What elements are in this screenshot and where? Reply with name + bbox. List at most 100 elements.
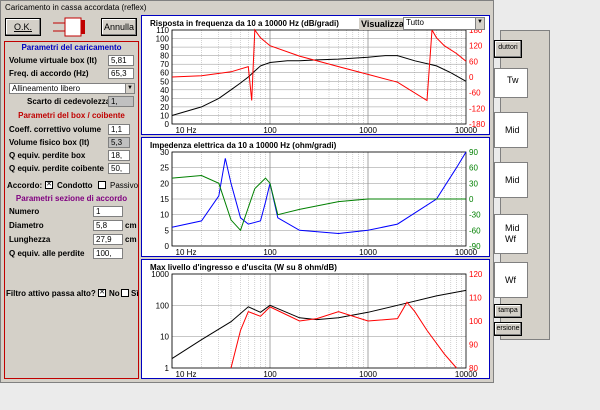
series-line-1 — [171, 174, 466, 232]
series-line-1 — [230, 301, 457, 369]
annulla-button[interactable]: Annulla — [101, 18, 137, 36]
vol-label: Volume virtuale box (lt) — [9, 56, 97, 65]
passivo-checkbox[interactable] — [98, 181, 106, 189]
chart-title: Risposta in frequenza da 10 a 10000 Hz (… — [150, 19, 339, 28]
condotto-label: Condotto — [57, 181, 93, 190]
qcoib-label: Q equiv. perdite coibente — [9, 164, 104, 173]
diametro-unit: cm — [125, 221, 137, 230]
y-tick-label: 0 — [165, 120, 170, 129]
visualizza-label: Visualizza — [359, 18, 406, 30]
y2-tick-label: -120 — [469, 104, 486, 113]
y2-tick-label: -60 — [469, 226, 481, 235]
filtro-si-label: Sì — [131, 289, 139, 298]
background-window: duttori Tw Mid Mid Mid Wf Wf tampa ersion… — [494, 0, 600, 410]
x-tick-label: 1000 — [359, 370, 377, 379]
y-tick-label: 1 — [165, 364, 170, 373]
y2-tick-label: 30 — [469, 179, 478, 188]
tab-duttori[interactable]: duttori — [494, 40, 522, 58]
x-tick-label: 1000 — [359, 248, 377, 257]
window-title: Caricamento in cassa accordata (reflex) — [1, 1, 493, 15]
lunghezza-input[interactable]: 27,9 — [93, 234, 123, 245]
x-tick-label: 10 Hz — [176, 248, 197, 257]
series-line-0 — [171, 151, 467, 235]
passivo-label: Passivo — [110, 181, 139, 190]
x-tick-label: 100 — [263, 248, 277, 257]
chart-max-level: Max livello d'ingresso e d'uscita (W su … — [141, 259, 490, 379]
filtro-no-checkbox[interactable]: ✕ — [98, 289, 106, 297]
lunghezza-label: Lunghezza — [9, 235, 51, 244]
chart-title: Impedenza elettrica da 10 a 10000 Hz (oh… — [150, 141, 337, 150]
x-tick-label: 10 Hz — [176, 370, 197, 379]
x-tick-label: 10000 — [455, 248, 478, 257]
y2-tick-label: 0 — [469, 195, 474, 204]
coeff-input[interactable]: 1,1 — [108, 124, 130, 135]
chevron-down-icon: ▼ — [125, 84, 134, 93]
y2-tick-label: 110 — [469, 294, 482, 303]
y-tick-label: 25 — [160, 164, 169, 173]
y2-tick-label: -60 — [469, 89, 481, 98]
main-window: Caricamento in cassa accordata (reflex) … — [0, 0, 494, 383]
y2-tick-label: 60 — [469, 164, 478, 173]
y2-tick-label: 120 — [469, 270, 483, 279]
chart-title: Max livello d'ingresso e d'uscita (W su … — [150, 263, 337, 272]
y-tick-label: 20 — [160, 179, 169, 188]
diametro-input[interactable]: 5,8 — [93, 220, 123, 231]
qcoib-input[interactable]: 50, — [108, 163, 130, 174]
sezione-title: Parametri sezione di accordo — [15, 194, 128, 203]
y2-tick-label: 90 — [469, 341, 478, 350]
y-tick-label: 100 — [156, 301, 170, 310]
series-line-0 — [171, 289, 467, 360]
driver-tw[interactable]: Tw — [494, 68, 528, 98]
box-title: Parametri del box / coibente — [18, 111, 125, 120]
plot-area — [171, 29, 467, 125]
qbox-input[interactable]: 18, — [108, 150, 130, 161]
driver-mid-2[interactable]: Mid — [494, 162, 528, 198]
chevron-down-icon: ▼ — [475, 18, 484, 29]
x-tick-label: 10000 — [455, 126, 478, 135]
y2-tick-label: 0 — [469, 73, 474, 82]
series-line-0 — [171, 55, 467, 116]
driver-mid-wf[interactable]: Mid Wf — [494, 214, 528, 254]
x-tick-label: 10000 — [455, 370, 478, 379]
x-tick-label: 100 — [263, 126, 277, 135]
y-tick-label: 0 — [165, 242, 170, 251]
y-tick-label: 5 — [165, 226, 170, 235]
y2-tick-label: 60 — [469, 57, 478, 66]
x-tick-label: 1000 — [359, 126, 377, 135]
chart-maxlevel-svg: 1000100101120110100908010 Hz 100 1000 10000 — [151, 270, 483, 379]
driver-wf[interactable]: Wf — [494, 262, 528, 298]
diametro-label: Diametro — [9, 221, 44, 230]
plot-area — [171, 273, 467, 369]
numero-label: Numero — [9, 207, 40, 216]
filtro-si-checkbox[interactable] — [121, 289, 129, 297]
accordo-label: Accordo: — [7, 181, 43, 190]
left-panel: Parametri del caricamento Volume virtual… — [4, 41, 139, 379]
numero-input[interactable]: 1 — [93, 206, 123, 217]
versione-button[interactable]: ersione — [494, 322, 522, 336]
qbox-label: Q equiv. perdite box — [9, 151, 86, 160]
y2-tick-label: 120 — [469, 42, 483, 51]
ok-button[interactable]: O.K. — [5, 18, 41, 36]
qperd-label: Q equiv. alle perdite — [9, 249, 85, 258]
chart-impedance: Impedenza elettrica da 10 a 10000 Hz (oh… — [141, 137, 490, 257]
freq-input[interactable]: 65,3 — [108, 68, 134, 79]
x-tick-label: 100 — [263, 370, 277, 379]
chart-impedance-svg: 3025201510509060300-30-60-9010 Hz 100 1000… — [160, 148, 481, 257]
connector-icon — [53, 17, 93, 37]
filtro-no-label: No — [109, 289, 120, 298]
qperd-input[interactable]: 100, — [93, 248, 123, 259]
stampa-button[interactable]: tampa — [494, 304, 522, 318]
filtro-label: Filtro attivo passa alto? — [6, 289, 96, 298]
y2-tick-label: -30 — [469, 211, 481, 220]
chart-frequency-svg: 1101009080706050403020100180120600-60-12… — [156, 26, 486, 135]
allineamento-select[interactable]: Allineamento libero ▼ — [9, 83, 135, 94]
condotto-checkbox[interactable]: ✕ — [45, 181, 53, 189]
params-title: Parametri del caricamento — [21, 43, 122, 52]
driver-mid-1[interactable]: Mid — [494, 112, 528, 148]
lunghezza-unit: cm — [125, 235, 137, 244]
x-tick-label: 10 Hz — [176, 126, 197, 135]
vol-input[interactable]: 5,81 — [108, 55, 134, 66]
freq-label: Freq. di accordo (Hz) — [9, 69, 89, 78]
visualizza-select[interactable]: Tutto ▼ — [403, 17, 485, 30]
y-tick-label: 15 — [160, 195, 169, 204]
